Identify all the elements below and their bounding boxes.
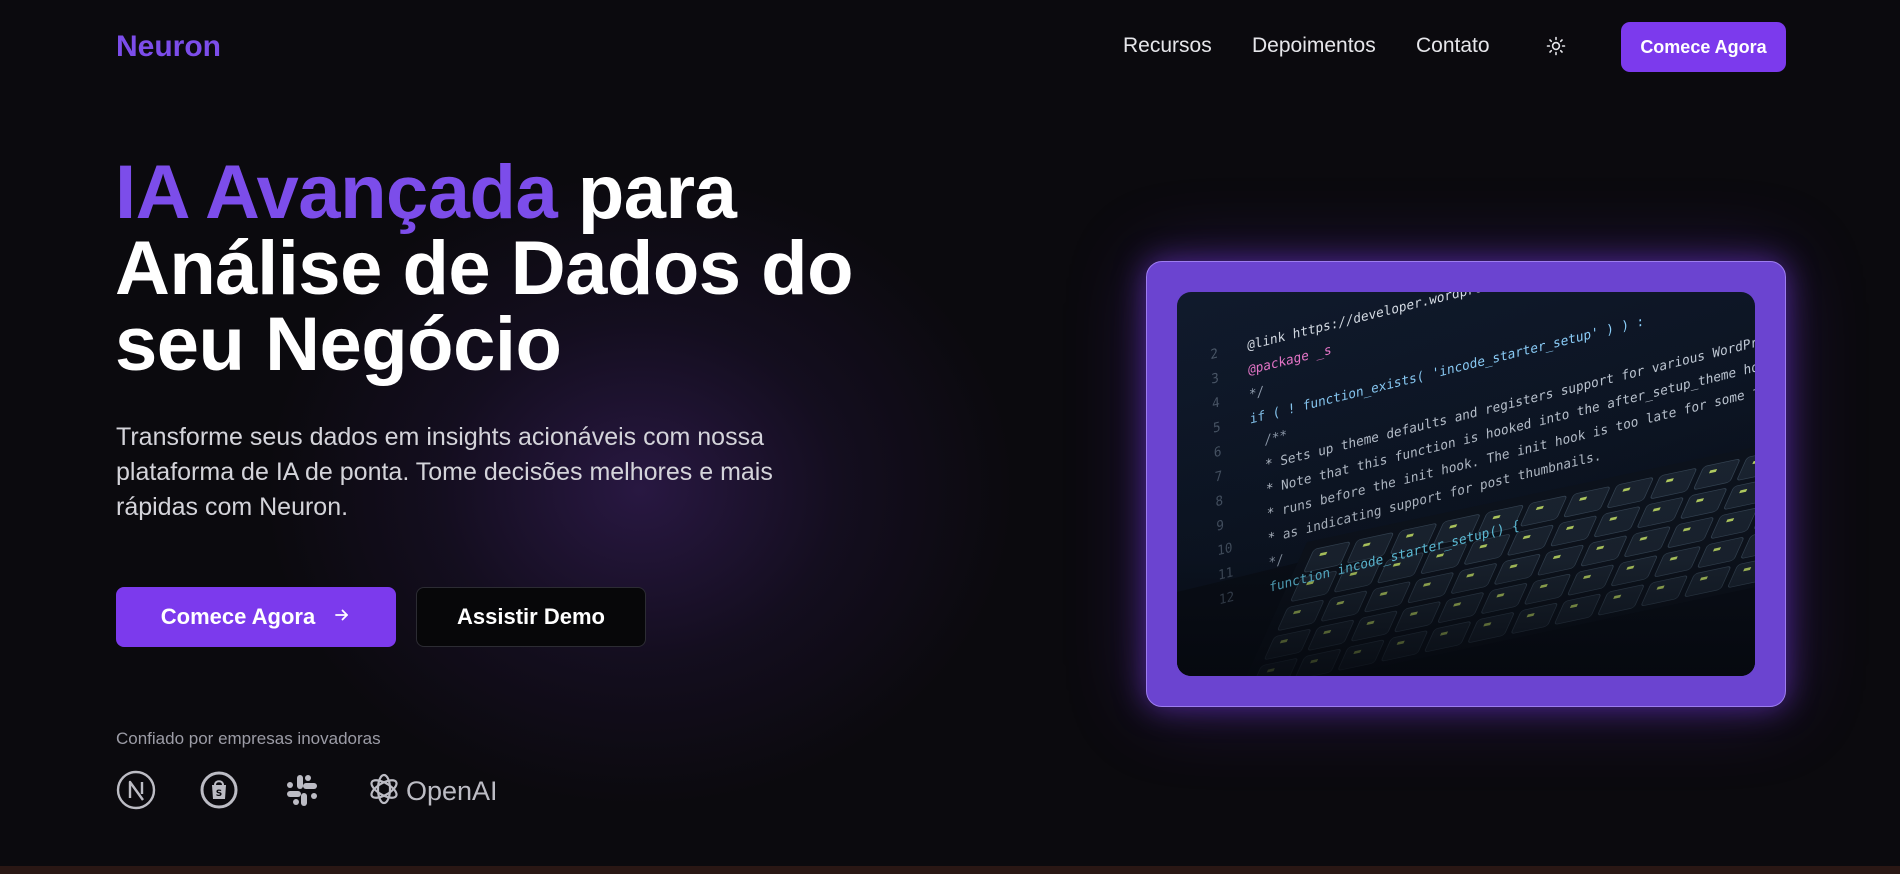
- nav-link-recursos[interactable]: Recursos: [1123, 34, 1212, 58]
- slack-logo: [284, 772, 320, 808]
- nav-link-depoimentos[interactable]: Depoimentos: [1252, 34, 1376, 58]
- trust-label: Confiado por empresas inovadoras: [116, 729, 381, 748]
- code-on-laptop-photo: 2@link https://developer.wordpress.org/3…: [1177, 292, 1755, 676]
- nextjs-logo: [116, 770, 156, 810]
- brand-logo[interactable]: Neuron: [116, 30, 221, 64]
- code-screen-illustration: 2@link https://developer.wordpress.org/3…: [1177, 292, 1755, 676]
- hero-image-card: 2@link https://developer.wordpress.org/3…: [1146, 261, 1786, 707]
- bottom-edge-bar: [0, 866, 1900, 874]
- hero-title-line1-rest: para: [557, 150, 737, 235]
- hero-title: IA Avançada para Análise de Dados do seu…: [115, 155, 935, 383]
- svg-text:S: S: [216, 789, 222, 799]
- nav-cta-button[interactable]: Comece Agora: [1621, 22, 1786, 72]
- hero-title-line3: seu Negócio: [115, 302, 562, 387]
- arrow-right-icon: [333, 604, 351, 630]
- openai-logo-text: OpenAI: [406, 776, 498, 806]
- openai-logo: OpenAI: [366, 770, 498, 808]
- hero-title-accent: IA Avançada: [115, 150, 558, 235]
- shopify-logo: S: [199, 770, 239, 810]
- get-started-label: Comece Agora: [160, 604, 316, 629]
- watch-demo-button[interactable]: Assistir Demo: [416, 587, 646, 647]
- sun-icon[interactable]: [1546, 36, 1566, 56]
- get-started-button[interactable]: Comece Agora: [116, 587, 396, 647]
- nav-link-contato[interactable]: Contato: [1416, 34, 1490, 58]
- hero-subtitle: Transforme seus dados em insights acioná…: [116, 423, 773, 521]
- hero-title-line2: Análise de Dados do: [115, 226, 854, 311]
